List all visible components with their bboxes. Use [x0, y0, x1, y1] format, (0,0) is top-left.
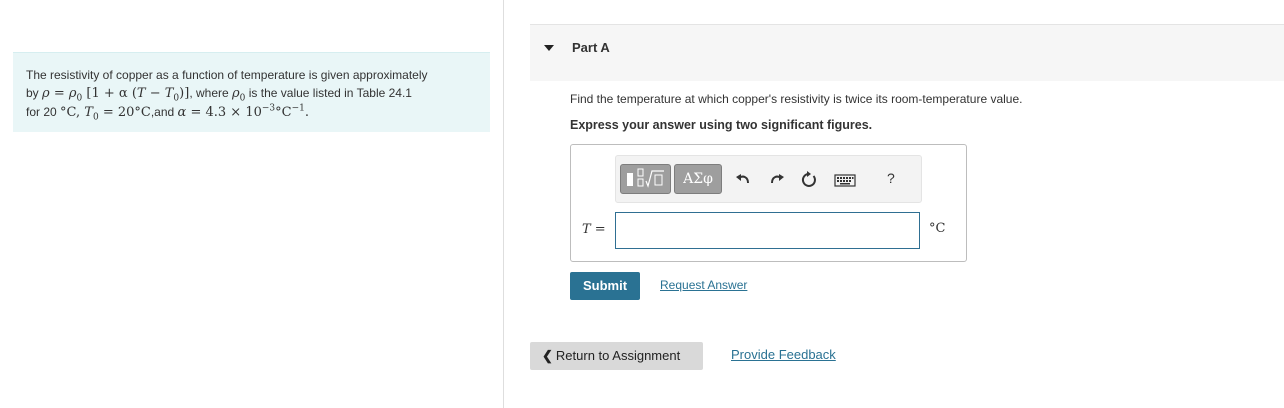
return-label: Return to Assignment	[555, 348, 681, 363]
help-icon[interactable]: ?	[887, 170, 895, 186]
problem-line-3: for 20 °C, T0 = 20°C,and α = 4.3 × 10−3°…	[26, 103, 310, 123]
redo-icon[interactable]	[767, 170, 787, 190]
submit-button[interactable]: Submit	[570, 272, 640, 300]
greek-letters-button[interactable]: ΑΣφ	[674, 164, 722, 194]
alpha-value: α = 4.3 × 10−3°C−1.	[177, 103, 310, 120]
reset-icon[interactable]	[799, 170, 819, 190]
column-divider	[503, 0, 504, 408]
math-toolbar: ΑΣφ ?	[615, 155, 922, 203]
answer-variable-label: T =	[582, 222, 606, 237]
part-title: Part A	[572, 40, 610, 55]
instruction-text: Express your answer using two significan…	[570, 118, 873, 132]
keyboard-icon[interactable]	[834, 170, 856, 190]
request-answer-link[interactable]: Request Answer	[660, 278, 747, 292]
return-to-assignment-button[interactable]: ❮ Return to Assignment	[530, 342, 703, 370]
templates-icon	[627, 168, 664, 188]
answer-unit: °C	[929, 221, 946, 236]
problem-line-1: The resistivity of copper as a function …	[26, 68, 428, 82]
part-a-header[interactable]: Part A	[530, 24, 1284, 81]
question-text: Find the temperature at which copper's r…	[570, 92, 1023, 106]
page: The resistivity of copper as a function …	[0, 0, 1284, 408]
caret-down-icon[interactable]	[544, 45, 554, 51]
temp-values: °C, T0 = 20°C	[60, 105, 151, 123]
chevron-left-icon: ❮	[542, 348, 553, 363]
answer-box: ΑΣφ ? T = °C	[570, 144, 967, 262]
rho0-symbol: ρ0	[232, 86, 246, 104]
provide-feedback-link[interactable]: Provide Feedback	[731, 347, 836, 362]
templates-button[interactable]	[620, 164, 671, 194]
problem-line-2: by ρ = ρ0 [1 + α (T − T0)], where ρ0 is …	[26, 86, 412, 104]
undo-icon[interactable]	[733, 170, 753, 190]
problem-statement: The resistivity of copper as a function …	[13, 52, 490, 132]
answer-input[interactable]	[615, 212, 920, 249]
resistivity-formula: ρ = ρ0 [1 + α (T − T0)]	[42, 86, 190, 104]
